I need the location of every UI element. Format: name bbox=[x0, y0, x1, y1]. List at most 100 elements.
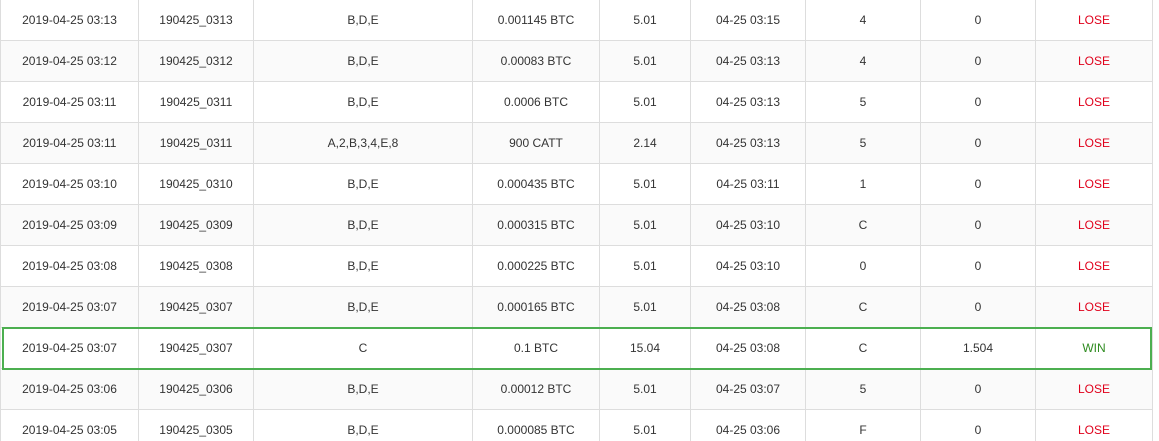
drawn-number-cell: 5 bbox=[805, 122, 921, 164]
bet-time-cell: 2019-04-25 03:09 bbox=[0, 204, 139, 246]
bet-time-cell: 2019-04-25 03:11 bbox=[0, 81, 139, 123]
drawn-number-cell: 5 bbox=[805, 81, 921, 123]
draw-time-cell: 04-25 03:08 bbox=[690, 327, 806, 369]
odds-cell: 5.01 bbox=[599, 245, 691, 287]
round-id-cell: 190425_0310 bbox=[138, 163, 254, 205]
odds-cell: 5.01 bbox=[599, 0, 691, 41]
draw-time-cell: 04-25 03:13 bbox=[690, 40, 806, 82]
table-row: 2019-04-25 03:07 190425_0307 B,D,E 0.000165… bbox=[0, 286, 1153, 328]
payout-cell: 1.504 bbox=[920, 327, 1036, 369]
result-cell: LOSE bbox=[1035, 286, 1153, 328]
bet-amount-cell: 900 CATT bbox=[472, 122, 600, 164]
payout-cell: 0 bbox=[920, 245, 1036, 287]
payout-cell: 0 bbox=[920, 40, 1036, 82]
bet-selection-cell: C bbox=[253, 327, 473, 369]
draw-time-cell: 04-25 03:07 bbox=[690, 368, 806, 410]
table-row: 2019-04-25 03:10 190425_0310 B,D,E 0.000435… bbox=[0, 163, 1153, 205]
bet-selection-cell: B,D,E bbox=[253, 409, 473, 441]
bet-history-rows: 2019-04-25 03:13 190425_0313 B,D,E 0.001145… bbox=[0, 0, 1153, 441]
round-id-cell: 190425_0307 bbox=[138, 327, 254, 369]
bet-time-cell: 2019-04-25 03:07 bbox=[0, 327, 139, 369]
round-id-cell: 190425_0312 bbox=[138, 40, 254, 82]
odds-cell: 5.01 bbox=[599, 286, 691, 328]
result-cell: LOSE bbox=[1035, 409, 1153, 441]
bet-selection-cell: B,D,E bbox=[253, 368, 473, 410]
drawn-number-cell: C bbox=[805, 327, 921, 369]
payout-cell: 0 bbox=[920, 286, 1036, 328]
odds-cell: 5.01 bbox=[599, 368, 691, 410]
odds-cell: 15.04 bbox=[599, 327, 691, 369]
result-cell: LOSE bbox=[1035, 81, 1153, 123]
bet-time-cell: 2019-04-25 03:12 bbox=[0, 40, 139, 82]
round-id-cell: 190425_0306 bbox=[138, 368, 254, 410]
drawn-number-cell: F bbox=[805, 409, 921, 441]
bet-amount-cell: 0.0006 BTC bbox=[472, 81, 600, 123]
bet-amount-cell: 0.000315 BTC bbox=[472, 204, 600, 246]
bet-time-cell: 2019-04-25 03:10 bbox=[0, 163, 139, 205]
draw-time-cell: 04-25 03:13 bbox=[690, 122, 806, 164]
bet-amount-cell: 0.000165 BTC bbox=[472, 286, 600, 328]
drawn-number-cell: 5 bbox=[805, 368, 921, 410]
drawn-number-cell: 1 bbox=[805, 163, 921, 205]
drawn-number-cell: C bbox=[805, 286, 921, 328]
table-row: 2019-04-25 03:13 190425_0313 B,D,E 0.001145… bbox=[0, 0, 1153, 41]
odds-cell: 5.01 bbox=[599, 204, 691, 246]
drawn-number-cell: 0 bbox=[805, 245, 921, 287]
draw-time-cell: 04-25 03:13 bbox=[690, 81, 806, 123]
bet-history-panel: 2019-04-25 03:13 190425_0313 B,D,E 0.001145… bbox=[0, 0, 1159, 441]
result-cell: LOSE bbox=[1035, 163, 1153, 205]
bet-amount-cell: 0.001145 BTC bbox=[472, 0, 600, 41]
odds-cell: 2.14 bbox=[599, 122, 691, 164]
drawn-number-cell: 4 bbox=[805, 40, 921, 82]
bet-time-cell: 2019-04-25 03:13 bbox=[0, 0, 139, 41]
table-row: 2019-04-25 03:06 190425_0306 B,D,E 0.00012 … bbox=[0, 368, 1153, 410]
table-row: 2019-04-25 03:09 190425_0309 B,D,E 0.000315… bbox=[0, 204, 1153, 246]
bet-history-table: 2019-04-25 03:13 190425_0313 B,D,E 0.001145… bbox=[0, 0, 1153, 441]
round-id-cell: 190425_0309 bbox=[138, 204, 254, 246]
table-row: 2019-04-25 03:05 190425_0305 B,D,E 0.000085… bbox=[0, 409, 1153, 441]
bet-time-cell: 2019-04-25 03:05 bbox=[0, 409, 139, 441]
bet-selection-cell: B,D,E bbox=[253, 163, 473, 205]
result-cell: LOSE bbox=[1035, 0, 1153, 41]
bet-time-cell: 2019-04-25 03:08 bbox=[0, 245, 139, 287]
result-cell: LOSE bbox=[1035, 40, 1153, 82]
round-id-cell: 190425_0311 bbox=[138, 122, 254, 164]
bet-selection-cell: B,D,E bbox=[253, 0, 473, 41]
table-row: 2019-04-25 03:08 190425_0308 B,D,E 0.000225… bbox=[0, 245, 1153, 287]
drawn-number-cell: 4 bbox=[805, 0, 921, 41]
odds-cell: 5.01 bbox=[599, 40, 691, 82]
draw-time-cell: 04-25 03:10 bbox=[690, 204, 806, 246]
payout-cell: 0 bbox=[920, 122, 1036, 164]
table-row: 2019-04-25 03:12 190425_0312 B,D,E 0.00083 … bbox=[0, 40, 1153, 82]
odds-cell: 5.01 bbox=[599, 409, 691, 441]
payout-cell: 0 bbox=[920, 409, 1036, 441]
draw-time-cell: 04-25 03:10 bbox=[690, 245, 806, 287]
payout-cell: 0 bbox=[920, 0, 1036, 41]
bet-selection-cell: B,D,E bbox=[253, 81, 473, 123]
draw-time-cell: 04-25 03:15 bbox=[690, 0, 806, 41]
result-cell: WIN bbox=[1035, 327, 1153, 369]
bet-selection-cell: B,D,E bbox=[253, 286, 473, 328]
result-cell: LOSE bbox=[1035, 204, 1153, 246]
round-id-cell: 190425_0311 bbox=[138, 81, 254, 123]
bet-time-cell: 2019-04-25 03:06 bbox=[0, 368, 139, 410]
bet-amount-cell: 0.000435 BTC bbox=[472, 163, 600, 205]
table-row: 2019-04-25 03:11 190425_0311 A,2,B,3,4,E,8… bbox=[0, 122, 1153, 164]
result-cell: LOSE bbox=[1035, 122, 1153, 164]
payout-cell: 0 bbox=[920, 81, 1036, 123]
round-id-cell: 190425_0313 bbox=[138, 0, 254, 41]
table-row: 2019-04-25 03:11 190425_0311 B,D,E 0.0006 B… bbox=[0, 81, 1153, 123]
bet-amount-cell: 0.00012 BTC bbox=[472, 368, 600, 410]
drawn-number-cell: C bbox=[805, 204, 921, 246]
payout-cell: 0 bbox=[920, 368, 1036, 410]
bet-selection-cell: B,D,E bbox=[253, 40, 473, 82]
round-id-cell: 190425_0308 bbox=[138, 245, 254, 287]
draw-time-cell: 04-25 03:06 bbox=[690, 409, 806, 441]
draw-time-cell: 04-25 03:08 bbox=[690, 286, 806, 328]
odds-cell: 5.01 bbox=[599, 81, 691, 123]
payout-cell: 0 bbox=[920, 163, 1036, 205]
draw-time-cell: 04-25 03:11 bbox=[690, 163, 806, 205]
table-row-winning: 2019-04-25 03:07 190425_0307 C 0.1 BTC 15.04… bbox=[0, 327, 1153, 369]
bet-selection-cell: B,D,E bbox=[253, 204, 473, 246]
payout-cell: 0 bbox=[920, 204, 1036, 246]
